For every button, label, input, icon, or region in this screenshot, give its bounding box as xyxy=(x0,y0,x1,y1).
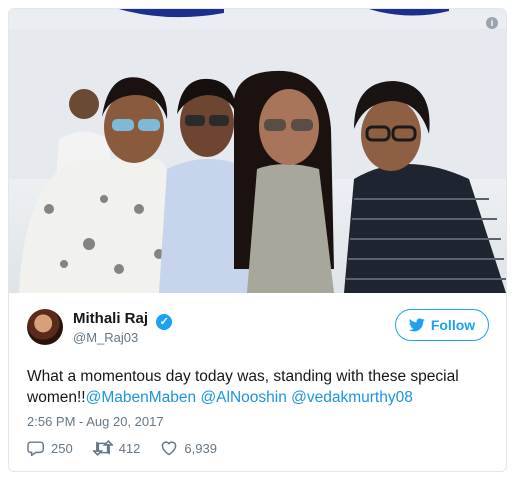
tweet-actions: 250 412 6,939 xyxy=(27,439,217,457)
retweet-icon xyxy=(92,440,113,456)
author-name[interactable]: Mithali Raj ✓ xyxy=(73,310,173,330)
mention-link[interactable]: @vedakmurthy08 xyxy=(291,389,413,406)
avatar[interactable] xyxy=(27,309,63,345)
group-photo-illustration xyxy=(9,9,506,293)
tweet-text: What a momentous day today was, standing… xyxy=(27,366,493,408)
retweet-count: 412 xyxy=(118,440,141,456)
follow-button[interactable]: Follow xyxy=(395,309,489,341)
tweet-card: i Mithali Raj ✓ @M_Raj03 Follow What a m… xyxy=(8,8,507,472)
author-name-text[interactable]: Mithali Raj xyxy=(73,310,148,327)
tweet-timestamp[interactable]: 2:56 PM - Aug 20, 2017 xyxy=(27,414,164,429)
follow-label: Follow xyxy=(430,317,476,333)
retweet-action[interactable]: 412 xyxy=(92,439,141,457)
reply-count: 250 xyxy=(51,440,73,456)
heart-icon xyxy=(162,441,177,456)
tweet-header: Mithali Raj ✓ @M_Raj03 Follow xyxy=(27,307,489,347)
reply-icon xyxy=(27,441,44,456)
reply-action[interactable]: 250 xyxy=(27,439,73,457)
info-icon[interactable]: i xyxy=(486,17,498,29)
like-count: 6,939 xyxy=(184,440,217,456)
like-action[interactable]: 6,939 xyxy=(160,439,217,457)
mention-link[interactable]: @AlNooshin xyxy=(200,389,286,406)
twitter-bird-icon xyxy=(408,318,425,332)
mention-link[interactable]: @MabenMaben xyxy=(86,389,197,406)
verified-badge-icon: ✓ xyxy=(156,314,173,330)
tweet-photo[interactable]: i xyxy=(9,9,506,293)
author-handle[interactable]: @M_Raj03 xyxy=(73,330,138,345)
